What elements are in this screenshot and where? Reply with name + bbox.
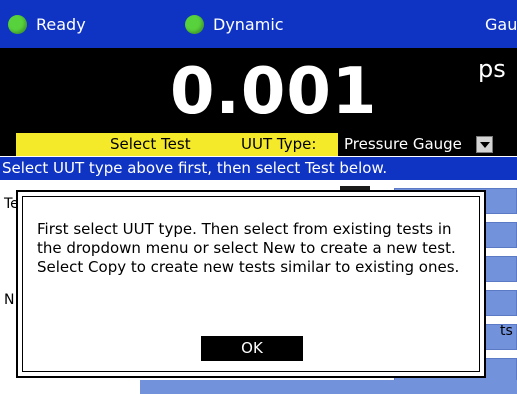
ready-led-icon xyxy=(8,14,27,34)
dynamic-label: Dynamic xyxy=(213,14,284,34)
instruction-bar: Select UUT type above first, then select… xyxy=(0,157,517,180)
dialog-message: First select UUT type. Then select from … xyxy=(37,220,460,276)
select-test-row: Select Test UUT Type: Pressure Gauge xyxy=(0,133,517,156)
uut-type-value: Pressure Gauge xyxy=(344,135,462,153)
select-test-header: Select Test UUT Type: xyxy=(16,133,338,156)
status-gauge: Gauge xyxy=(485,0,517,48)
gauge-label: Gauge xyxy=(485,14,517,34)
status-ready: Ready xyxy=(8,0,86,48)
reading-panel: 0.001 ps xyxy=(0,48,517,133)
uut-type-dropdown[interactable]: Pressure Gauge xyxy=(338,133,517,156)
status-dynamic: Dynamic xyxy=(185,0,284,48)
uut-type-label: UUT Type: xyxy=(241,135,317,153)
status-bar: Ready Dynamic Gauge xyxy=(0,0,517,48)
name-field-label: N xyxy=(4,292,15,308)
ready-label: Ready xyxy=(36,14,86,34)
dynamic-led-icon xyxy=(185,14,204,34)
tests-button-label: ts xyxy=(500,323,513,339)
uut-dropdown-button[interactable] xyxy=(476,136,493,153)
pressure-reading-value: 0.001 xyxy=(170,55,378,129)
ok-button[interactable]: OK xyxy=(201,336,303,361)
chevron-down-icon xyxy=(479,141,490,148)
bottom-button-strip[interactable] xyxy=(140,380,517,394)
info-dialog: First select UUT type. Then select from … xyxy=(16,190,486,378)
select-test-label: Select Test xyxy=(110,135,191,153)
pressure-unit-label: ps xyxy=(478,55,506,83)
